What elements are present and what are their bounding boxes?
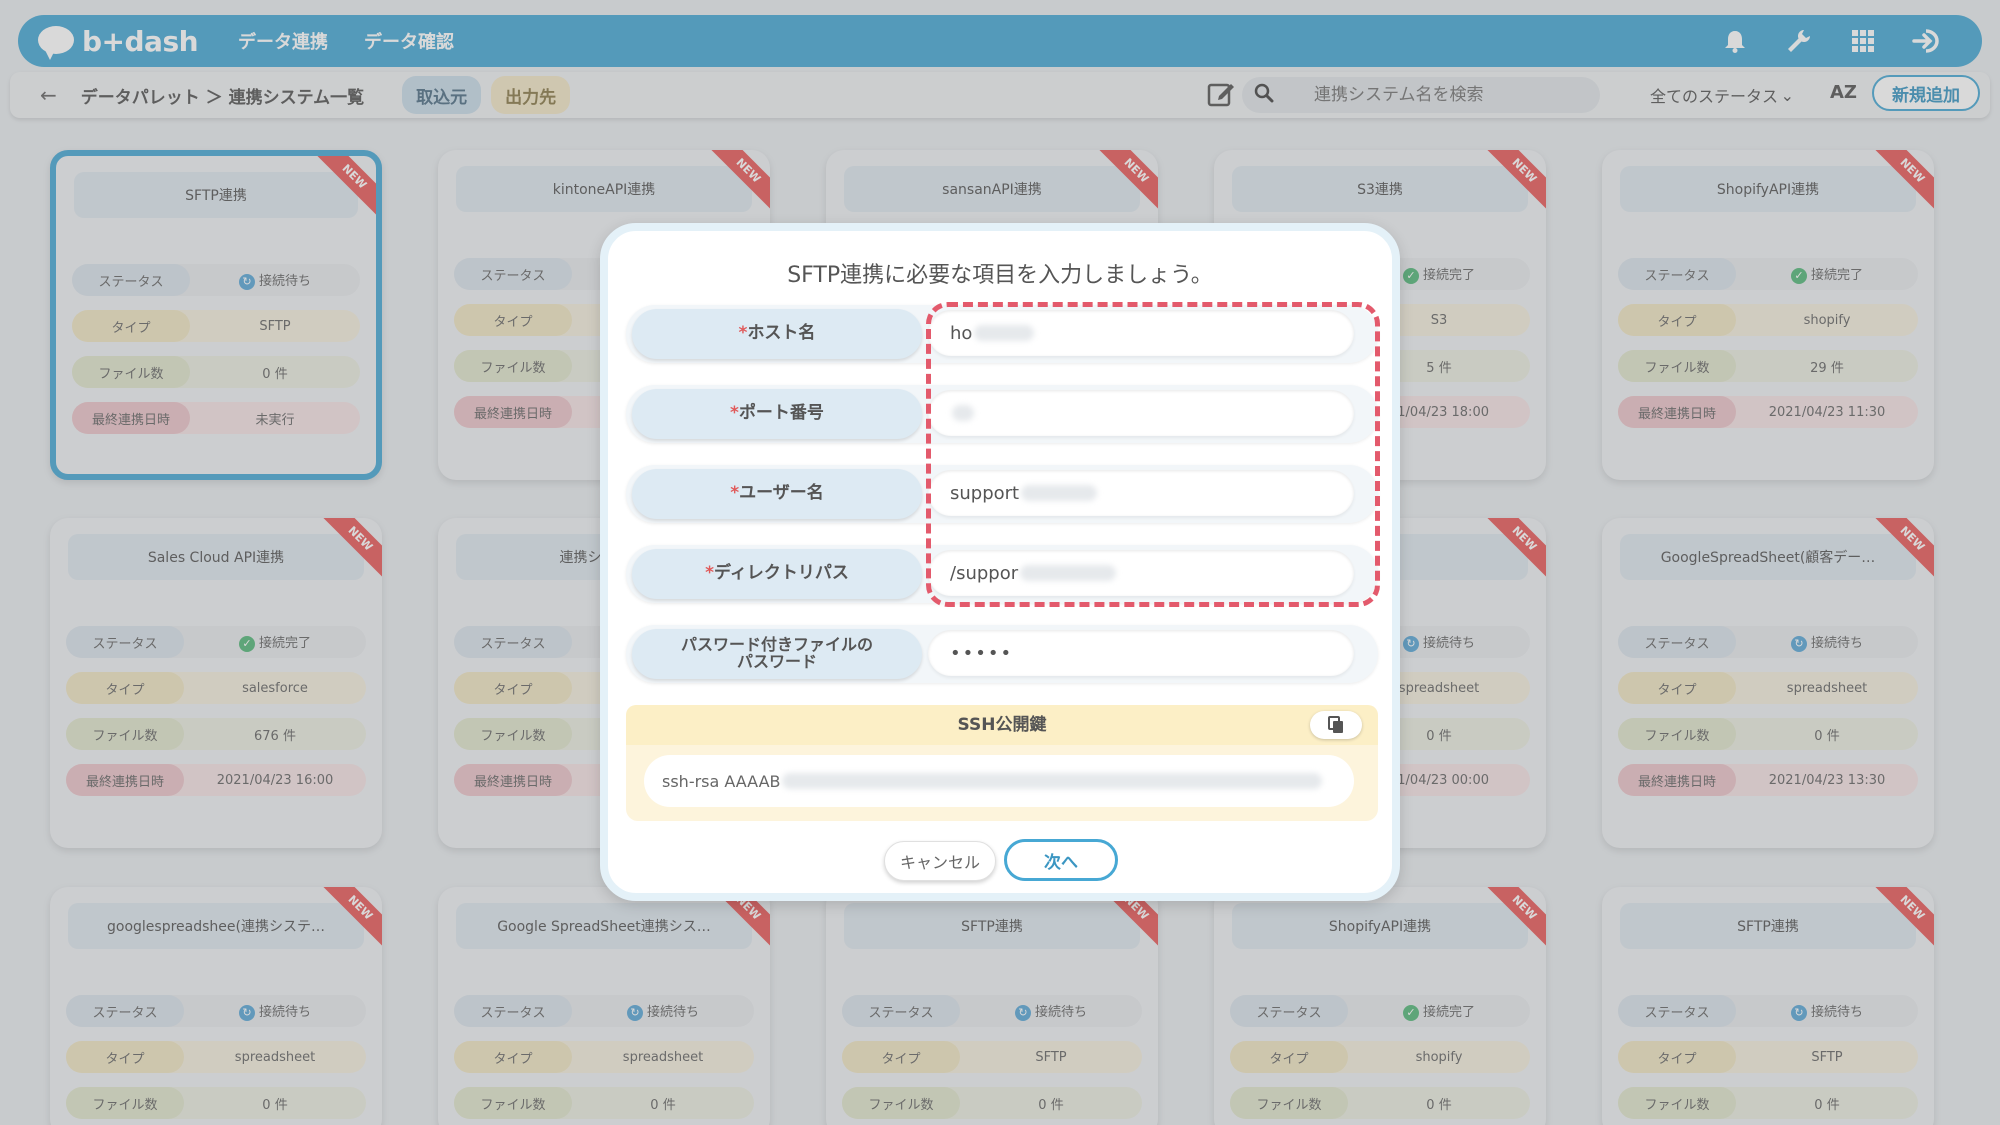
file-password-input[interactable]: ••••• <box>928 630 1354 676</box>
field-label: * ホスト名 <box>632 309 922 359</box>
ssh-key-header: SSH公開鍵 <box>626 705 1378 745</box>
hostname-input[interactable]: ho <box>928 310 1354 356</box>
field-hostname: * ホスト名 ho <box>626 305 1378 363</box>
directory-path-input[interactable]: /suppor <box>928 550 1354 596</box>
copy-button[interactable] <box>1310 711 1362 739</box>
ssh-key-title: SSH公開鍵 <box>957 715 1047 735</box>
username-input[interactable]: support <box>928 470 1354 516</box>
field-label: * ポート番号 <box>632 389 922 439</box>
field-file-password: パスワード付きファイルの パスワード ••••• <box>626 625 1378 683</box>
ssh-key-body: ssh-rsa AAAAB <box>626 745 1378 821</box>
sftp-settings-modal: SFTP連携に必要な項目を入力しましょう。 * ホスト名 ho * ポート番号 * ユ… <box>600 223 1400 901</box>
field-port: * ポート番号 <box>626 385 1378 443</box>
field-directory-path: * ディレクトリパス /suppor <box>626 545 1378 603</box>
cancel-button[interactable]: キャンセル <box>884 841 996 881</box>
modal-title: SFTP連携に必要な項目を入力しましょう。 <box>787 263 1213 288</box>
field-username: * ユーザー名 support <box>626 465 1378 523</box>
field-label: * ユーザー名 <box>632 469 922 519</box>
port-input[interactable] <box>928 390 1354 436</box>
field-label: * ディレクトリパス <box>632 549 922 599</box>
next-button[interactable]: 次へ <box>1004 839 1118 881</box>
copy-icon <box>1328 716 1343 733</box>
ssh-key-value[interactable]: ssh-rsa AAAAB <box>644 755 1354 807</box>
field-label: パスワード付きファイルの パスワード <box>632 629 922 679</box>
